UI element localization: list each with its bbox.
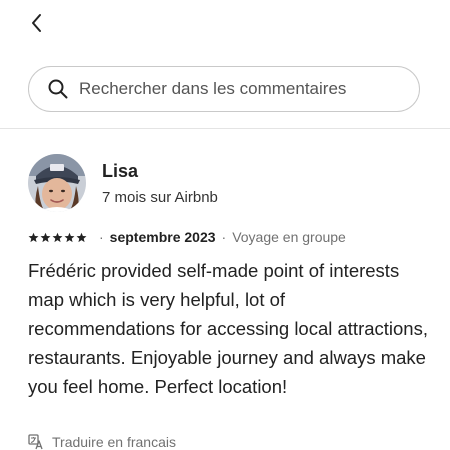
header-divider	[0, 128, 450, 129]
avatar[interactable]	[28, 154, 86, 212]
star-icon	[64, 232, 75, 242]
star-rating	[28, 232, 87, 243]
reviewer-tenure: 7 mois sur Airbnb	[102, 189, 218, 206]
star-icon	[76, 232, 87, 242]
translate-label: Traduire en francais	[52, 434, 176, 450]
star-icon	[52, 232, 63, 242]
separator-dot: ·	[99, 229, 104, 245]
back-button[interactable]	[24, 10, 50, 36]
reviewer-name: Lisa	[102, 161, 139, 181]
translate-icon	[28, 434, 44, 450]
review-date: septembre 2023	[109, 229, 216, 245]
trip-type: Voyage en groupe	[232, 229, 346, 245]
star-icon	[40, 232, 51, 242]
review-meta-row: · septembre 2023 · Voyage en groupe	[28, 228, 346, 246]
search-input[interactable]	[79, 79, 399, 99]
separator-dot: ·	[221, 229, 227, 245]
chevron-left-icon	[32, 14, 41, 32]
search-icon	[47, 78, 69, 100]
review-text: Frédéric provided self-made point of int…	[28, 260, 428, 397]
translate-button[interactable]: Traduire en francais	[28, 434, 176, 450]
star-icon	[28, 232, 39, 242]
search-bar[interactable]	[28, 66, 420, 112]
